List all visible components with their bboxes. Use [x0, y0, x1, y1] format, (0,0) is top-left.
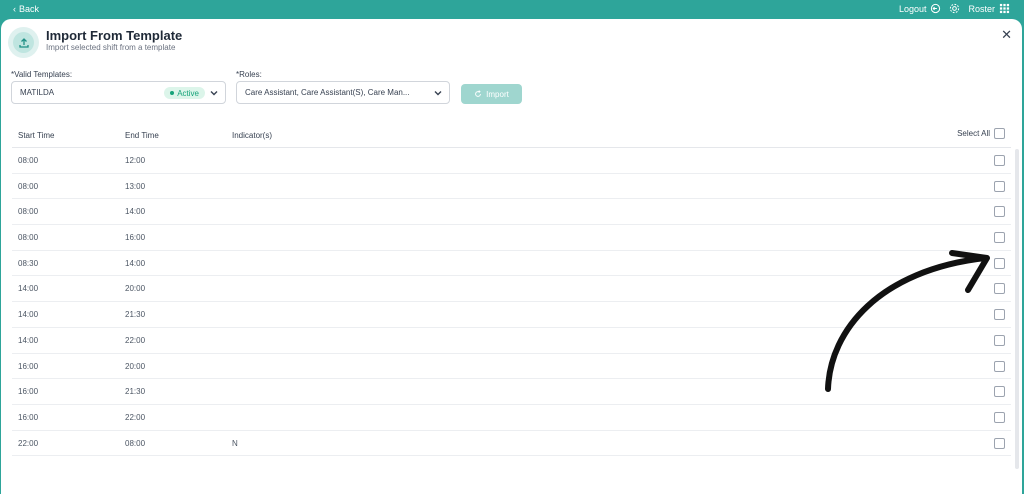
table-row[interactable]: 14:00 22:00 [12, 328, 1011, 354]
end-time-cell: 14:00 [125, 258, 146, 268]
table-row[interactable]: 16:00 20:00 [12, 354, 1011, 380]
table-row[interactable]: 14:00 20:00 [12, 276, 1011, 303]
end-time-cell: 20:00 [125, 284, 146, 294]
table-row[interactable]: 08:00 13:00 [12, 174, 1011, 200]
start-time-cell: 14:00 [18, 284, 39, 294]
row-checkbox[interactable] [994, 437, 1005, 449]
table-row[interactable]: 16:00 22:00 [12, 405, 1011, 431]
templates-label: *Valid Templates: [11, 70, 73, 79]
roles-value: Care Assistant, Care Assistant(S), Care … [245, 88, 410, 97]
start-time-cell: 16:00 [18, 361, 39, 371]
select-all[interactable]: Select All [957, 128, 1005, 139]
roles-select[interactable]: Care Assistant, Care Assistant(S), Care … [236, 81, 450, 104]
import-button[interactable]: Import [461, 84, 522, 104]
start-time-cell: 08:00 [18, 156, 39, 165]
roles-label: *Roles: [236, 70, 262, 79]
row-checkbox[interactable] [994, 206, 1005, 218]
gear-icon[interactable] [949, 3, 960, 14]
table-row[interactable]: 22:00 08:00 N [12, 431, 1011, 457]
chevron-down-icon [434, 91, 442, 96]
import-dialog: Import From Template Import selected shi… [1, 19, 1022, 494]
template-value: MATILDA [20, 88, 55, 97]
logout-icon [931, 3, 941, 14]
row-checkbox[interactable] [994, 180, 1005, 192]
upload-icon [18, 37, 29, 48]
start-time-cell: 08:00 [18, 181, 39, 191]
indicator-cell: N [232, 438, 238, 448]
status-dot [170, 91, 175, 95]
table-row[interactable]: 08:00 12:00 [12, 148, 1011, 174]
end-time-cell: 21:30 [125, 310, 146, 320]
row-checkbox[interactable] [994, 155, 1005, 166]
roster-label: Roster [968, 3, 995, 14]
import-label: Import [486, 89, 509, 99]
start-time-cell: 22:00 [18, 438, 39, 448]
end-time-cell: 22:00 [125, 335, 146, 345]
dialog-title: Import From Template [46, 28, 183, 43]
logout-button[interactable]: Logout [899, 3, 942, 14]
top-right-actions: Logout Roster [899, 3, 1010, 14]
start-time-cell: 14:00 [18, 310, 39, 320]
column-start-time: Start Time [18, 131, 55, 140]
scrollbar[interactable] [1015, 149, 1019, 469]
column-end-time: End Time [125, 131, 159, 140]
template-select[interactable]: MATILDA Active [11, 81, 226, 104]
close-icon[interactable]: ✕ [1001, 27, 1012, 43]
status-label: Active [177, 88, 199, 98]
roster-menu[interactable]: Roster [968, 3, 1010, 14]
end-time-cell: 21:30 [125, 387, 146, 397]
table-row[interactable]: 08:30 14:00 [12, 251, 1011, 277]
row-checkbox[interactable] [994, 360, 1005, 372]
start-time-cell: 08:30 [18, 258, 39, 268]
chevron-down-icon [210, 91, 218, 96]
end-time-cell: 12:00 [125, 156, 146, 165]
table-row[interactable]: 08:00 14:00 [12, 199, 1011, 226]
row-checkbox[interactable] [994, 386, 1005, 398]
row-checkbox[interactable] [994, 283, 1005, 295]
start-time-cell: 08:00 [18, 207, 39, 217]
end-time-cell: 08:00 [125, 438, 146, 448]
start-time-cell: 16:00 [18, 412, 39, 422]
start-time-cell: 08:00 [18, 233, 39, 243]
select-all-checkbox[interactable] [994, 128, 1005, 139]
back-label: Back [19, 4, 40, 14]
chevron-left-icon: ‹ [13, 4, 16, 14]
row-checkbox[interactable] [994, 257, 1005, 269]
table-row[interactable]: 16:00 21:30 [12, 379, 1011, 405]
grid-icon [999, 3, 1010, 14]
refresh-icon [475, 90, 482, 97]
row-checkbox[interactable] [994, 334, 1005, 346]
start-time-cell: 14:00 [18, 335, 39, 345]
upload-icon-badge [8, 27, 39, 58]
table-row[interactable]: 14:00 21:30 [12, 302, 1011, 328]
table-row[interactable]: 08:00 16:00 [12, 225, 1011, 251]
row-checkbox[interactable] [994, 232, 1005, 244]
column-indicators: Indicator(s) [232, 131, 273, 140]
end-time-cell: 20:00 [125, 361, 146, 371]
row-checkbox[interactable] [994, 411, 1005, 423]
logout-label: Logout [898, 3, 927, 14]
top-bar: ‹ Back Logout Roster [0, 0, 1024, 19]
row-checkbox[interactable] [994, 309, 1005, 321]
dialog-subtitle: Import selected shift from a template [46, 43, 176, 52]
end-time-cell: 14:00 [125, 207, 146, 217]
shift-rows: 08:00 12:00 08:00 13:00 08:00 14:00 08:00 16:00… [12, 148, 1011, 457]
status-badge: Active [164, 87, 205, 99]
end-time-cell: 13:00 [125, 181, 146, 191]
select-all-label: Select All [957, 129, 990, 138]
table-header: Start Time End Time Indicator(s) Select … [12, 123, 1011, 148]
back-button[interactable]: ‹ Back [13, 4, 39, 14]
end-time-cell: 16:00 [125, 233, 146, 243]
end-time-cell: 22:00 [125, 412, 146, 422]
start-time-cell: 16:00 [18, 387, 39, 397]
